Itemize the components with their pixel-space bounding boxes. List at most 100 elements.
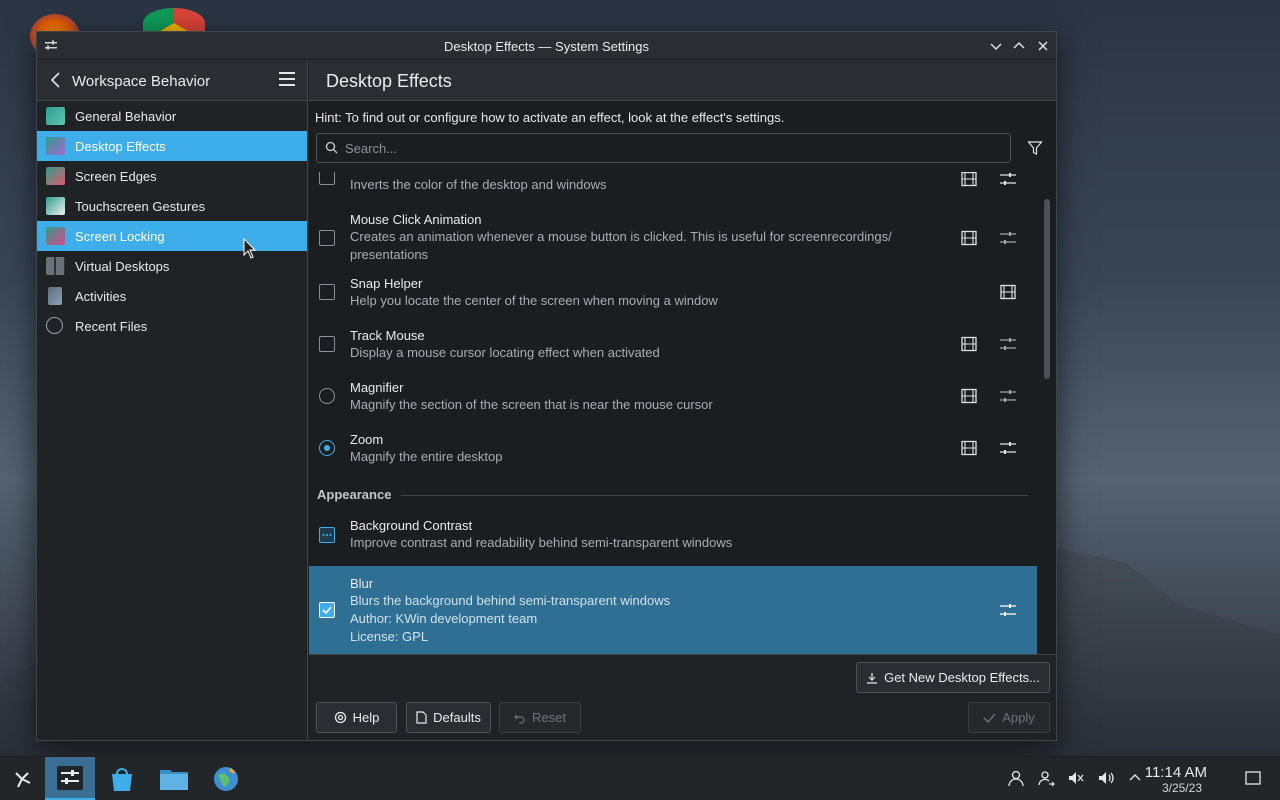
effect-row-background-contrast[interactable]: Background Contrast Improve contrast and…: [309, 508, 1037, 560]
close-button[interactable]: [1034, 37, 1052, 55]
button-label: Apply: [1002, 710, 1035, 725]
hamburger-menu-icon[interactable]: [279, 72, 295, 86]
list-scrollbar[interactable]: [1041, 172, 1053, 654]
microphone-muted-icon[interactable]: [1067, 769, 1085, 787]
user-icon[interactable]: [1007, 769, 1025, 787]
sidebar-item-virtual-desktops[interactable]: Virtual Desktops: [37, 251, 307, 281]
sidebar: Workspace Behavior General Behavior Desk…: [37, 60, 308, 740]
effect-name: Blur: [350, 576, 374, 591]
configure-icon[interactable]: [999, 172, 1017, 187]
effect-description: Blurs the background behind semi-transpa…: [350, 593, 671, 608]
sidebar-item-label: Virtual Desktops: [75, 258, 170, 274]
help-button[interactable]: Help: [316, 702, 397, 733]
undo-icon: [514, 714, 525, 724]
effect-row-magnifier[interactable]: Magnifier Magnify the section of the scr…: [309, 370, 1037, 422]
effect-row-mouse-click-animation[interactable]: Mouse Click Animation Creates an animati…: [309, 202, 1037, 266]
effect-checkbox[interactable]: [319, 284, 335, 300]
video-icon[interactable]: [961, 336, 977, 352]
sidebar-item-activities[interactable]: Activities: [37, 281, 307, 311]
browser-icon[interactable]: [210, 763, 242, 795]
application-launcher-icon[interactable]: [6, 763, 38, 795]
effect-radio[interactable]: [319, 440, 335, 456]
effect-description: Improve contrast and readability behind …: [350, 535, 733, 550]
sidebar-item-desktop-effects[interactable]: Desktop Effects: [37, 131, 307, 161]
sidebar-item-screen-edges[interactable]: Screen Edges: [37, 161, 307, 191]
bottom-bar: Get New Desktop Effects... Help Defaults…: [309, 654, 1056, 740]
section-title-appearance: Appearance: [317, 487, 392, 502]
effect-checkbox[interactable]: [319, 230, 335, 246]
sidebar-item-label: Desktop Effects: [75, 138, 166, 154]
virtual-desktops-icon: [46, 257, 65, 275]
configure-icon[interactable]: [999, 602, 1017, 618]
reset-button[interactable]: Reset: [499, 702, 581, 733]
touchscreen-gestures-icon: [46, 197, 65, 215]
defaults-button[interactable]: Defaults: [406, 702, 491, 733]
configure-icon[interactable]: [999, 336, 1017, 352]
button-label: Get New Desktop Effects...: [884, 670, 1040, 685]
page-title: Desktop Effects: [326, 71, 452, 91]
effect-checkbox[interactable]: [319, 336, 335, 352]
system-settings-task[interactable]: [45, 757, 95, 800]
general-behavior-icon: [46, 107, 65, 125]
effect-row-blur[interactable]: Blur Blurs the background behind semi-tr…: [309, 566, 1037, 654]
sidebar-item-screen-locking[interactable]: Screen Locking: [37, 221, 307, 251]
effect-name: Mouse Click Animation: [350, 212, 482, 227]
sidebar-item-general-behavior[interactable]: General Behavior: [37, 101, 307, 131]
effect-row-snap-helper[interactable]: Snap Helper Help you locate the center o…: [309, 266, 1037, 318]
back-arrow-icon[interactable]: [49, 71, 63, 94]
minimize-button[interactable]: [987, 37, 1005, 55]
effect-name: Track Mouse: [350, 328, 425, 343]
clock-date[interactable]: 3/25/23: [1162, 781, 1202, 795]
effect-name: Magnifier: [350, 380, 404, 395]
video-icon[interactable]: [961, 388, 977, 404]
effect-row-zoom[interactable]: Zoom Magnify the entire desktop: [309, 422, 1037, 474]
effect-checkbox[interactable]: [319, 602, 335, 618]
volume-icon[interactable]: [1097, 769, 1115, 787]
video-icon[interactable]: [1000, 284, 1016, 300]
configure-icon[interactable]: [999, 230, 1017, 246]
checkmark-icon: [983, 713, 996, 723]
hint-text: Hint: To find out or configure how to ac…: [315, 110, 785, 125]
sidebar-item-recent-files[interactable]: Recent Files: [37, 311, 307, 341]
sidebar-header: Workspace Behavior: [37, 60, 307, 101]
scrollbar-thumb[interactable]: [1044, 199, 1050, 379]
window-title: Desktop Effects — System Settings: [444, 39, 649, 54]
chevron-up-icon[interactable]: [1126, 769, 1144, 787]
effect-row-invert[interactable]: Inverts the color of the desktop and win…: [309, 172, 1037, 202]
video-icon[interactable]: [961, 440, 977, 456]
system-settings-window: Desktop Effects — System Settings Worksp…: [36, 31, 1057, 741]
discover-icon[interactable]: [106, 763, 138, 795]
sidebar-item-label: Recent Files: [75, 318, 148, 334]
taskbar: 11:14 AM 3/25/23: [0, 756, 1280, 800]
effect-row-track-mouse[interactable]: Track Mouse Display a mouse cursor locat…: [309, 318, 1037, 370]
sidebar-item-touchscreen-gestures[interactable]: Touchscreen Gestures: [37, 191, 307, 221]
effect-description: Magnify the entire desktop: [350, 449, 503, 464]
sidebar-list: General Behavior Desktop Effects Screen …: [37, 101, 307, 341]
get-new-desktop-effects-button[interactable]: Get New Desktop Effects...: [856, 662, 1050, 693]
effect-checkbox[interactable]: [319, 527, 335, 543]
system-settings-icon: [57, 766, 83, 790]
main-header: Desktop Effects: [309, 60, 1056, 101]
effect-checkbox[interactable]: [319, 172, 335, 185]
effect-radio[interactable]: [319, 388, 335, 404]
help-icon: [334, 711, 346, 724]
search-input[interactable]: Search...: [316, 133, 1011, 163]
show-desktop-icon[interactable]: [1244, 769, 1262, 787]
clock-time[interactable]: 11:14 AM: [1145, 764, 1207, 781]
video-icon[interactable]: [961, 172, 977, 187]
filter-icon[interactable]: [1027, 140, 1043, 156]
maximize-button[interactable]: [1010, 37, 1028, 55]
sidebar-item-label: Screen Locking: [75, 228, 165, 244]
effect-name: Zoom: [350, 432, 384, 447]
configure-icon[interactable]: [999, 388, 1017, 404]
search-placeholder: Search...: [345, 140, 398, 156]
apply-button[interactable]: Apply: [968, 702, 1050, 733]
sidebar-item-label: Touchscreen Gestures: [75, 198, 206, 214]
breadcrumb[interactable]: Workspace Behavior: [72, 73, 210, 90]
video-icon[interactable]: [961, 230, 977, 246]
configure-icon[interactable]: [999, 440, 1017, 456]
button-label: Help: [352, 710, 380, 725]
effect-author: Author: KWin development team: [350, 611, 538, 626]
file-manager-icon[interactable]: [158, 763, 190, 795]
user-switch-icon[interactable]: [1037, 769, 1055, 787]
